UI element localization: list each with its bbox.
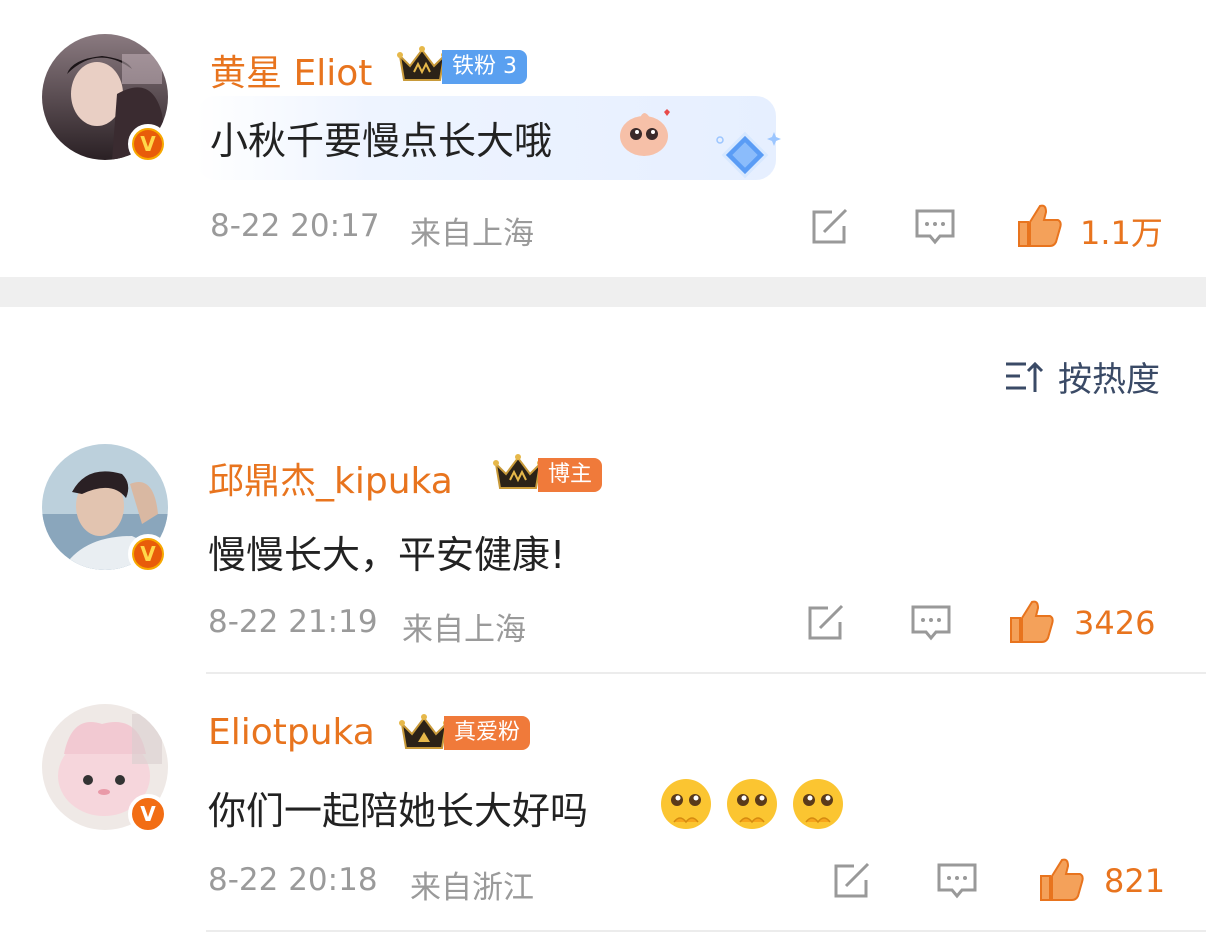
- comment-icon[interactable]: [910, 604, 952, 644]
- section-divider: [0, 277, 1206, 307]
- verified-badge-icon: V: [128, 534, 168, 574]
- comment-text: 小秋千要慢点长大哦: [210, 119, 553, 163]
- crown-icon: [399, 714, 449, 749]
- cute-sticker-emoji: [620, 109, 670, 156]
- comment-date-time: 8-22 20:18: [208, 862, 378, 898]
- like-count: 821: [1104, 862, 1166, 900]
- fan-level-tag: 铁粉 3: [442, 50, 527, 84]
- verified-badge-icon: V: [128, 794, 168, 834]
- pleading-face-emoji: [661, 779, 711, 829]
- like-count: 1.1万: [1080, 214, 1163, 252]
- sort-button[interactable]: 按热度: [1004, 352, 1160, 401]
- like-icon[interactable]: [1016, 202, 1064, 248]
- comment-date-time: 8-22 20:17: [210, 208, 380, 244]
- comment-text: 你们一起陪她长大好吗: [208, 789, 589, 833]
- diamond-icon[interactable]: [714, 128, 784, 188]
- comment-icon[interactable]: [914, 208, 956, 248]
- share-icon[interactable]: [806, 604, 848, 642]
- username[interactable]: 邱鼎杰_kipuka: [208, 452, 453, 504]
- comment-separator: [206, 930, 1206, 932]
- share-icon[interactable]: [832, 862, 874, 900]
- share-icon[interactable]: [810, 208, 852, 246]
- comment-location: 来自上海: [402, 612, 526, 648]
- top-comment: V 黄星 Eliot 铁粉 3 小秋千要慢点长大哦 8-22 20:17 来自上…: [0, 0, 1206, 277]
- sort-label: 按热度: [1058, 360, 1160, 400]
- like-icon[interactable]: [1038, 856, 1086, 902]
- comment-item: V 邱鼎杰_kipuka 博主 慢慢长大，平安健康! 8-22 21:19 来自…: [0, 440, 1206, 672]
- pleading-face-emoji: [727, 779, 777, 829]
- pleading-face-emoji: [793, 779, 843, 829]
- like-count: 3426: [1074, 604, 1156, 642]
- comment-date-time: 8-22 21:19: [208, 604, 378, 640]
- username[interactable]: Eliotpuka: [208, 712, 375, 753]
- comment-location: 来自浙江: [410, 870, 534, 906]
- comment-separator: [206, 672, 1206, 674]
- like-icon[interactable]: [1008, 598, 1056, 644]
- sort-icon: [1006, 361, 1044, 392]
- crown-icon: [493, 454, 543, 489]
- comment-icon[interactable]: [936, 862, 978, 902]
- verified-badge-icon: V: [128, 124, 168, 164]
- crown-icon: [397, 46, 447, 81]
- username[interactable]: 黄星 Eliot: [210, 44, 372, 96]
- comment-location: 来自上海: [410, 216, 534, 252]
- comment-item: V Eliotpuka 真爱粉 你们一起陪她长大好吗 8-22 20:18 来自…: [0, 700, 1206, 947]
- fan-level-tag: 真爱粉: [444, 716, 531, 750]
- comment-text: 慢慢长大，平安健康!: [208, 533, 566, 577]
- blogger-tag: 博主: [538, 458, 603, 492]
